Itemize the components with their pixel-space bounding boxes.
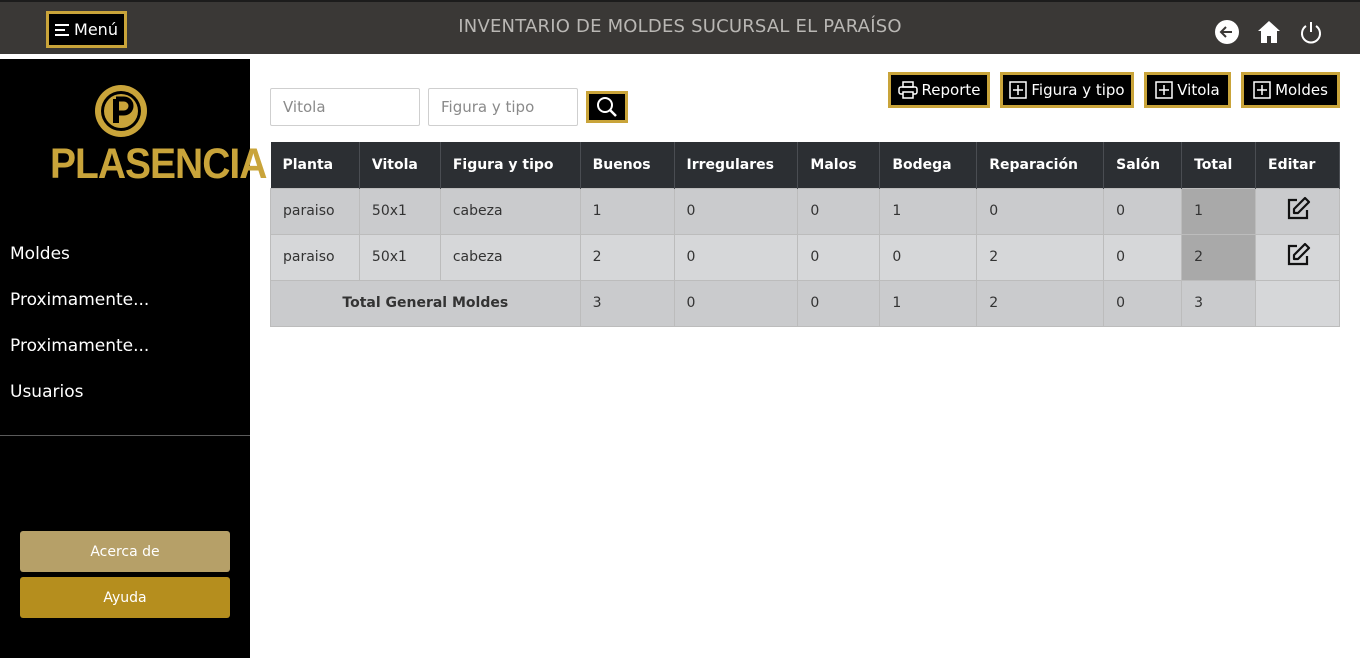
cell-total: 2	[1181, 233, 1256, 281]
cell-malos: 0	[797, 233, 881, 281]
moldes-table: Planta Vitola Figura y tipo Buenos Irreg…	[270, 142, 1340, 327]
column-header: Buenos	[580, 142, 675, 188]
page-title: INVENTARIO DE MOLDES SUCURSAL EL PARAÍSO	[458, 16, 902, 37]
add-figura-label: Figura y tipo	[1031, 81, 1125, 99]
plus-square-icon	[1009, 81, 1028, 99]
edit-button[interactable]	[1255, 233, 1340, 281]
empty-cell	[1255, 279, 1340, 327]
total-salon: 0	[1103, 279, 1183, 327]
cell-bodega: 0	[879, 233, 978, 281]
search-icon	[597, 97, 617, 117]
edit-button[interactable]	[1255, 187, 1340, 235]
table-row: paraiso 50x1 cabeza 1 0 0 1 0 0 1	[270, 187, 1340, 235]
table-header-row: Planta Vitola Figura y tipo Buenos Irreg…	[270, 142, 1340, 188]
report-button[interactable]: Reporte	[888, 72, 990, 108]
cell-irregulares: 0	[673, 233, 799, 281]
cell-vitola: 50x1	[358, 187, 441, 235]
edit-icon	[1287, 242, 1310, 266]
total-buenos: 3	[579, 279, 675, 327]
sidebar: PLASENCIA Moldes Proximamente... Proxima…	[0, 59, 267, 658]
column-header: Irregulares	[674, 142, 799, 188]
home-icon[interactable]	[1256, 19, 1282, 45]
cell-figura: cabeza	[439, 233, 581, 281]
cell-total: 1	[1181, 187, 1256, 235]
printer-icon	[897, 81, 918, 99]
cell-planta: paraiso	[270, 233, 360, 281]
table-row: paraiso 50x1 cabeza 2 0 0 0 2 0 2	[270, 233, 1340, 281]
top-bar: Menú INVENTARIO DE MOLDES SUCURSAL EL PA…	[0, 0, 1360, 54]
column-header: Malos	[797, 142, 881, 188]
column-header: Editar	[1255, 142, 1340, 188]
sidebar-divider	[0, 435, 250, 436]
total-reparacion: 2	[976, 279, 1105, 327]
add-moldes-label: Moldes	[1275, 81, 1328, 99]
add-vitola-label: Vitola	[1177, 81, 1220, 99]
cell-bodega: 1	[879, 187, 978, 235]
column-header: Reparación	[976, 142, 1105, 188]
plus-square-icon	[1155, 81, 1173, 99]
about-button[interactable]: Acerca de	[20, 531, 230, 572]
logo-emblem-icon	[95, 85, 147, 137]
report-label: Reporte	[921, 81, 981, 99]
table-total-row: Total General Moldes 3 0 0 1 2 0 3	[270, 279, 1340, 327]
logo-text: PLASENCIA	[50, 140, 267, 189]
total-total: 3	[1181, 279, 1256, 327]
edit-icon	[1287, 196, 1310, 220]
total-malos: 0	[797, 279, 881, 327]
power-icon[interactable]	[1298, 19, 1324, 45]
cell-salon: 0	[1103, 187, 1183, 235]
column-header: Salón	[1103, 142, 1183, 188]
cell-reparacion: 2	[976, 233, 1105, 281]
cell-irregulares: 0	[673, 187, 799, 235]
add-moldes-button[interactable]: Moldes	[1241, 72, 1340, 108]
column-header: Bodega	[879, 142, 978, 188]
back-arrow-icon[interactable]	[1214, 19, 1240, 45]
search-button[interactable]	[586, 91, 628, 123]
plus-square-icon	[1253, 81, 1271, 99]
cell-figura: cabeza	[439, 187, 581, 235]
sidebar-item-proximamente-1[interactable]: Proximamente...	[0, 277, 250, 323]
cell-vitola: 50x1	[358, 233, 441, 281]
cell-malos: 0	[797, 187, 881, 235]
cell-salon: 0	[1103, 233, 1183, 281]
total-general-label: Total General Moldes	[270, 279, 581, 327]
cell-buenos: 2	[579, 233, 675, 281]
vitola-search-input[interactable]	[270, 88, 420, 126]
help-button[interactable]: Ayuda	[20, 577, 230, 618]
total-bodega: 1	[879, 279, 978, 327]
total-irregulares: 0	[673, 279, 799, 327]
cell-reparacion: 0	[976, 187, 1105, 235]
column-header: Figura y tipo	[440, 142, 581, 188]
column-header: Planta	[270, 142, 360, 188]
sidebar-nav: Moldes Proximamente... Proximamente... U…	[0, 231, 250, 415]
sidebar-item-moldes[interactable]: Moldes	[0, 231, 250, 277]
column-header: Total	[1181, 142, 1256, 188]
figura-search-input[interactable]	[428, 88, 578, 126]
plasencia-logo: PLASENCIA	[50, 81, 267, 191]
cell-buenos: 1	[579, 187, 675, 235]
add-vitola-button[interactable]: Vitola	[1144, 72, 1231, 108]
sidebar-item-proximamente-2[interactable]: Proximamente...	[0, 323, 250, 369]
sidebar-item-usuarios[interactable]: Usuarios	[0, 369, 250, 415]
add-figura-button[interactable]: Figura y tipo	[1000, 72, 1134, 108]
column-header: Vitola	[359, 142, 441, 188]
cell-planta: paraiso	[270, 187, 360, 235]
